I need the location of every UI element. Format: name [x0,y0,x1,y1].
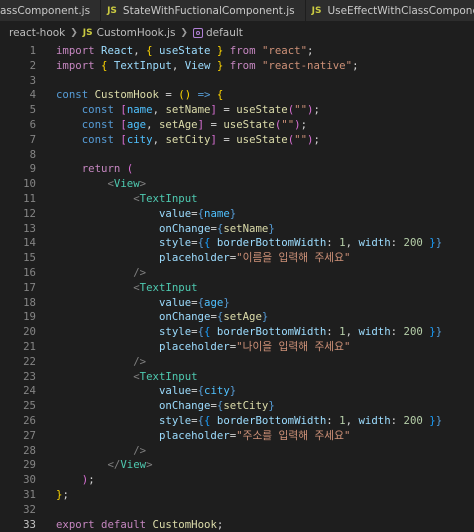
code-line: 10 <View> [0,177,474,192]
line-number: 22 [0,355,36,370]
line-number: 15 [0,251,36,266]
code-line: 19 onChange={setAge} [0,310,474,325]
code-line: 3 [0,74,474,89]
breadcrumb-folder[interactable]: react-hook [9,27,65,39]
line-number: 28 [0,444,36,459]
tab-label: StateWithFuctionalComponent.js [123,5,295,17]
line-number: 20 [0,325,36,340]
line-number: 18 [0,296,36,311]
breadcrumb-symbol[interactable]: default [206,27,243,39]
js-file-icon: JS [312,6,322,16]
line-number: 1 [0,44,36,59]
line-number: 19 [0,310,36,325]
code-line: 25 onChange={setCity} [0,399,474,414]
code-editor[interactable]: 1import React, { useState } from "react"… [0,43,474,532]
line-number: 14 [0,236,36,251]
editor-tab-bar: assComponent.js JS StateWithFuctionalCom… [0,0,474,22]
line-number: 4 [0,88,36,103]
code-line: 1import React, { useState } from "react"… [0,44,474,59]
line-number: 7 [0,133,36,148]
tab-class-component[interactable]: assComponent.js [0,0,101,21]
code-line: 16 /> [0,266,474,281]
line-number: 8 [0,148,36,163]
line-number: 33 [0,518,36,532]
line-number: 23 [0,370,36,385]
js-file-icon: JS [83,28,93,38]
code-line: 6 const [age, setAge] = useState(""); [0,118,474,133]
code-line: 2import { TextInput, View } from "react-… [0,59,474,74]
code-line: 12 value={name} [0,207,474,222]
line-number: 12 [0,207,36,222]
chevron-right-icon: ❯ [70,28,78,38]
code-line: 20 style={{ borderBottomWidth: 1, width:… [0,325,474,340]
line-number: 9 [0,162,36,177]
line-number: 11 [0,192,36,207]
tab-use-effect-class-component[interactable]: JS UseEffectWithClassComponent.js [306,0,474,21]
line-number: 30 [0,473,36,488]
chevron-right-icon: ❯ [180,28,188,38]
code-line: 23 <TextInput [0,370,474,385]
code-line: 28 /> [0,444,474,459]
code-line: 5 const [name, setName] = useState(""); [0,103,474,118]
js-file-icon: JS [107,6,117,16]
code-line: 7 const [city, setCity] = useState(""); [0,133,474,148]
code-line: 15 placeholder="이름을 입력해 주세요" [0,251,474,266]
code-line: 27 placeholder="주소를 입력해 주세요" [0,429,474,444]
line-number: 25 [0,399,36,414]
line-number: 17 [0,281,36,296]
code-line: 18 value={age} [0,296,474,311]
tab-label: assComponent.js [0,5,90,17]
code-line: 9 return ( [0,162,474,177]
tab-label: UseEffectWithClassComponent.js [327,5,474,17]
code-line: 30 ); [0,473,474,488]
code-line: 14 style={{ borderBottomWidth: 1, width:… [0,236,474,251]
line-number: 21 [0,340,36,355]
code-line-active: 33export default CustomHook; [0,518,474,532]
code-line: 32 [0,503,474,518]
line-number: 2 [0,59,36,74]
breadcrumb-file[interactable]: CustomHook.js [97,27,176,39]
code-line: 29 </View> [0,458,474,473]
line-number: 5 [0,103,36,118]
code-line: 13 onChange={setName} [0,222,474,237]
line-number: 10 [0,177,36,192]
code-line: 21 placeholder="나이을 입력해 주세요" [0,340,474,355]
code-line: 4const CustomHook = () => { [0,88,474,103]
line-number: 29 [0,458,36,473]
code-line: 24 value={city} [0,384,474,399]
line-number: 13 [0,222,36,237]
breadcrumb: react-hook ❯ JS CustomHook.js ❯ default [0,22,474,43]
code-line: 17 <TextInput [0,281,474,296]
code-line: 31}; [0,488,474,503]
line-number: 6 [0,118,36,133]
code-line: 11 <TextInput [0,192,474,207]
code-line: 22 /> [0,355,474,370]
line-number: 32 [0,503,36,518]
code-line: 8 [0,148,474,163]
line-number: 27 [0,429,36,444]
line-number: 3 [0,74,36,89]
line-number: 26 [0,414,36,429]
code-line: 26 style={{ borderBottomWidth: 1, width:… [0,414,474,429]
line-number: 24 [0,384,36,399]
line-number: 16 [0,266,36,281]
line-number: 31 [0,488,36,503]
tab-state-functional-component[interactable]: JS StateWithFuctionalComponent.js [101,0,306,21]
symbol-module-icon [193,28,203,38]
